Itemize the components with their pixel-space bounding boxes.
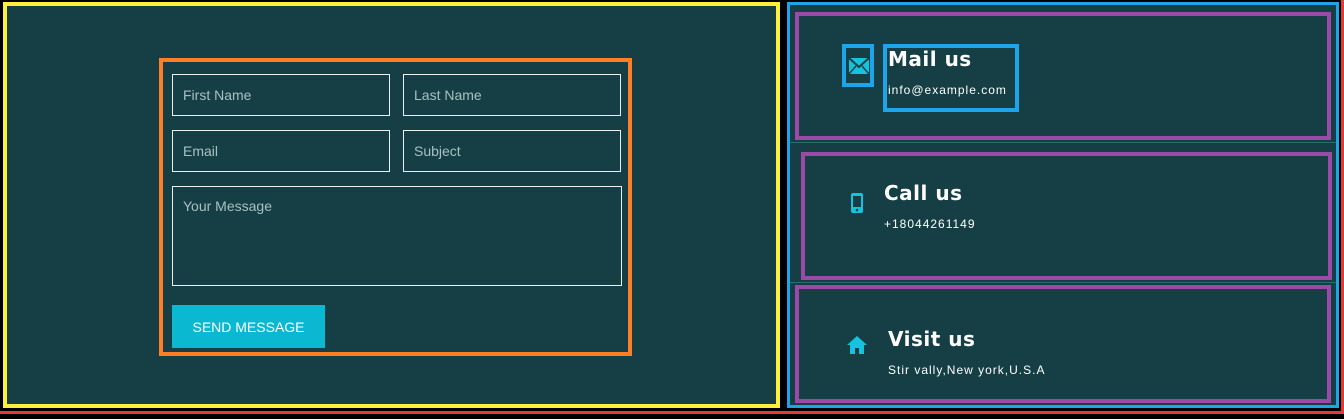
email-input[interactable] [172,130,390,172]
mail-address[interactable]: info@example.com [888,83,1007,97]
subject-input[interactable] [403,130,621,172]
call-card: Call us +18044261149 [801,152,1332,280]
send-message-button[interactable]: SEND MESSAGE [172,305,325,348]
call-number[interactable]: +18044261149 [884,217,976,231]
call-title: Call us [884,181,963,205]
contact-form-panel: SEND MESSAGE [3,2,780,408]
mail-title: Mail us [888,47,972,71]
first-name-input[interactable] [172,74,390,116]
last-name-input[interactable] [403,74,621,116]
contact-form: SEND MESSAGE [159,58,632,356]
visit-title: Visit us [888,327,976,351]
visit-card: Visit us Stir vally,New york,U.S.A [795,285,1331,403]
message-textarea[interactable] [172,186,622,286]
divider [790,142,1336,143]
home-icon [844,332,870,358]
envelope-icon [846,53,872,79]
mail-card: Mail us info@example.com [795,12,1331,140]
visit-address: Stir vally,New york,U.S.A [888,363,1046,377]
contact-info-panel: Mail us info@example.com Call us +180442… [787,2,1339,408]
divider [790,282,1336,283]
phone-icon [844,190,870,216]
